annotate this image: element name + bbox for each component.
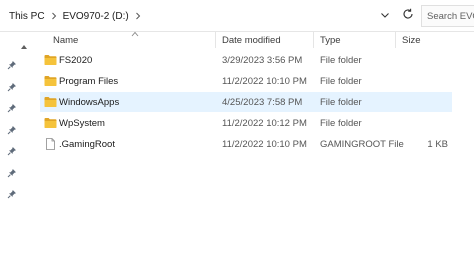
- file-row[interactable]: WindowsApps 4/25/2023 7:58 PM File folder: [40, 92, 452, 112]
- file-row[interactable]: .GamingRoot 11/2/2022 10:10 PM GAMINGROOT …: [40, 134, 452, 154]
- column-divider[interactable]: [215, 32, 216, 48]
- column-type[interactable]: Type: [320, 35, 341, 46]
- refresh-icon: [402, 7, 414, 25]
- folder-icon: [44, 117, 57, 129]
- file-date-modified: 3/29/2023 3:56 PM: [222, 55, 303, 66]
- pin-icon[interactable]: [7, 186, 17, 199]
- breadcrumb-drive[interactable]: EVO970-2 (D:): [60, 11, 132, 22]
- file-date-modified: 11/2/2022 10:12 PM: [222, 118, 307, 129]
- folder-icon: [44, 96, 57, 108]
- file-date-modified: 4/25/2023 7:58 PM: [222, 97, 303, 108]
- file-name: FS2020: [59, 55, 93, 66]
- breadcrumb[interactable]: This PC EVO970-2 (D:): [0, 5, 395, 27]
- refresh-button[interactable]: [399, 7, 417, 25]
- file-row[interactable]: FS2020 3/29/2023 3:56 PM File folder: [40, 50, 452, 70]
- address-history-dropdown[interactable]: [377, 8, 393, 24]
- column-divider[interactable]: [313, 32, 314, 48]
- pin-icon[interactable]: [7, 122, 17, 134]
- chevron-down-icon: [380, 7, 390, 25]
- file-name: WindowsApps: [59, 97, 120, 108]
- file-row[interactable]: Program Files 11/2/2022 10:10 PM File fold…: [40, 71, 452, 91]
- folder-icon: [44, 54, 57, 66]
- file-date-modified: 11/2/2022 10:10 PM: [222, 76, 307, 87]
- column-date-modified[interactable]: Date modified: [222, 35, 281, 46]
- column-divider[interactable]: [395, 32, 396, 48]
- search-input[interactable]: Search EVO970-2 (D:): [421, 5, 474, 27]
- folder-icon: [44, 75, 57, 87]
- chevron-right-icon[interactable]: [132, 10, 144, 22]
- pin-icon[interactable]: [7, 143, 17, 156]
- address-bar: This PC EVO970-2 (D:) Search EVO970-2 (D…: [0, 0, 474, 32]
- file-type: File folder: [320, 118, 362, 129]
- file-name: WpSystem: [59, 118, 105, 129]
- pin-icon[interactable]: [7, 165, 17, 177]
- breadcrumb-this-pc[interactable]: This PC: [0, 11, 48, 22]
- pin-icon[interactable]: [7, 100, 17, 113]
- file-name: .GamingRoot: [59, 139, 115, 150]
- file-type: File folder: [320, 55, 362, 66]
- file-name: Program Files: [59, 76, 119, 87]
- pin-icon[interactable]: [7, 57, 17, 70]
- column-header: Name Date modified Type Size: [40, 30, 474, 50]
- chevron-right-icon[interactable]: [48, 10, 60, 22]
- column-name[interactable]: Name: [53, 35, 78, 46]
- file-row[interactable]: WpSystem 11/2/2022 10:12 PM File folder: [40, 113, 452, 133]
- file-date-modified: 11/2/2022 10:10 PM: [222, 139, 307, 150]
- file-type: File folder: [320, 76, 362, 87]
- nav-scroll-up-icon[interactable]: [20, 38, 28, 49]
- file-icon: [44, 138, 57, 150]
- pin-icon[interactable]: [7, 79, 17, 91]
- file-type: File folder: [320, 97, 362, 108]
- file-size: 1 KB: [427, 139, 448, 150]
- column-size[interactable]: Size: [402, 35, 420, 46]
- sort-ascending-icon: [131, 29, 139, 37]
